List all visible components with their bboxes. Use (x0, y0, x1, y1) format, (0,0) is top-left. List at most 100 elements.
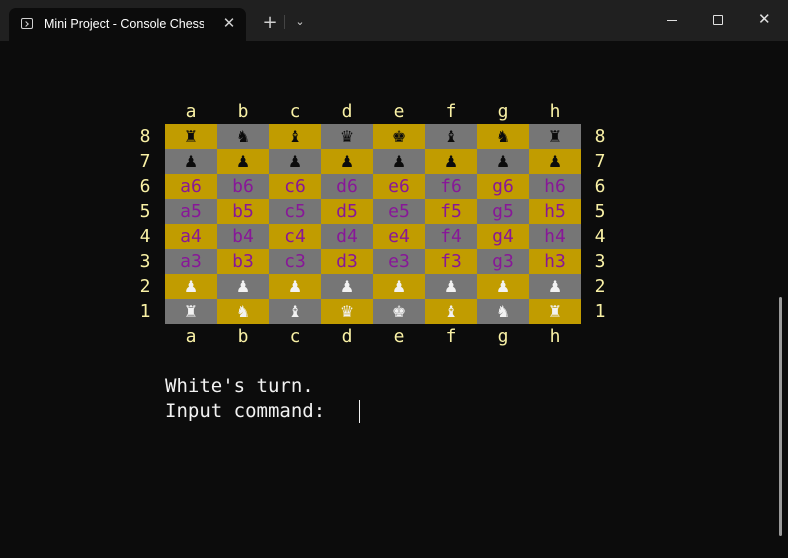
square-label: e5 (388, 201, 410, 222)
square-a3: a3 (165, 249, 217, 274)
square-f4: f4 (425, 224, 477, 249)
file-label-top-c: c (289, 101, 301, 122)
terminal-tab[interactable]: Mini Project - Console Chess.exe ✕ (9, 8, 246, 41)
square-label: f3 (440, 251, 462, 272)
black-piece-icon: ♟ (391, 152, 407, 171)
square-b7: ♟ (217, 149, 269, 174)
square-f2: ♟ (425, 274, 477, 299)
minimize-button[interactable] (649, 0, 695, 41)
tab-close-button[interactable]: ✕ (219, 13, 239, 33)
white-piece-icon: ♜ (183, 302, 199, 321)
white-piece-icon: ♚ (391, 302, 407, 321)
square-g3: g3 (477, 249, 529, 274)
file-label-top-d: d (341, 101, 353, 122)
rank-label-left-6: 6 (139, 176, 151, 197)
tab-dropdown-button[interactable]: ⌄ (292, 14, 308, 30)
white-piece-icon: ♛ (339, 302, 355, 321)
square-label: b5 (232, 201, 254, 222)
maximize-button[interactable] (695, 0, 741, 41)
file-label-bottom-d: d (341, 326, 353, 347)
square-label: c3 (284, 251, 306, 272)
square-label: a3 (180, 251, 202, 272)
rank-label-left-1: 1 (139, 301, 151, 322)
black-piece-icon: ♝ (443, 127, 459, 146)
square-label: f4 (440, 226, 462, 247)
file-label-top-e: e (393, 101, 405, 122)
white-piece-icon: ♟ (183, 277, 199, 296)
file-label-top-h: h (549, 101, 561, 122)
square-g4: g4 (477, 224, 529, 249)
rank-label-right-7: 7 (594, 151, 606, 172)
square-h2: ♟ (529, 274, 581, 299)
square-d4: d4 (321, 224, 373, 249)
square-a1: ♜ (165, 299, 217, 324)
square-c3: c3 (269, 249, 321, 274)
black-piece-icon: ♟ (443, 152, 459, 171)
file-label-bottom-c: c (289, 326, 301, 347)
chess-board: ♜ ♞ ♝ ♛ ♚ ♝ ♞ ♜ ♟ ♟ ♟ ♟ ♟ ♟ ♟ ♟ a6 b6 c6 d6 e6 f6 g6 h6 a5 b5 c5 d5… (165, 124, 581, 324)
rank-label-right-8: 8 (594, 126, 606, 147)
square-a8: ♜ (165, 124, 217, 149)
square-label: h5 (544, 201, 566, 222)
title-bar: Mini Project - Console Chess.exe ✕ + ⌄ ✕ (0, 0, 788, 41)
square-label: f6 (440, 176, 462, 197)
square-b5: b5 (217, 199, 269, 224)
rank-label-left-5: 5 (139, 201, 151, 222)
square-b1: ♞ (217, 299, 269, 324)
square-f3: f3 (425, 249, 477, 274)
square-g6: g6 (477, 174, 529, 199)
square-b2: ♟ (217, 274, 269, 299)
file-label-bottom-e: e (393, 326, 405, 347)
file-label-bottom-g: g (497, 326, 509, 347)
square-c5: c5 (269, 199, 321, 224)
white-piece-icon: ♝ (287, 302, 303, 321)
black-piece-icon: ♟ (495, 152, 511, 171)
square-label: a6 (180, 176, 202, 197)
square-e8: ♚ (373, 124, 425, 149)
rank-label-right-2: 2 (594, 276, 606, 297)
square-f7: ♟ (425, 149, 477, 174)
square-e5: e5 (373, 199, 425, 224)
close-window-button[interactable]: ✕ (741, 0, 787, 41)
square-d6: d6 (321, 174, 373, 199)
white-piece-icon: ♞ (495, 302, 511, 321)
black-piece-icon: ♚ (391, 127, 407, 146)
square-d5: d5 (321, 199, 373, 224)
black-piece-icon: ♞ (495, 127, 511, 146)
square-label: g5 (492, 201, 514, 222)
square-label: h4 (544, 226, 566, 247)
white-piece-icon: ♟ (287, 277, 303, 296)
square-g2: ♟ (477, 274, 529, 299)
square-d1: ♛ (321, 299, 373, 324)
square-h8: ♜ (529, 124, 581, 149)
square-c1: ♝ (269, 299, 321, 324)
file-label-bottom-b: b (237, 326, 249, 347)
turn-status: White's turn. (165, 375, 314, 397)
close-icon: ✕ (758, 10, 771, 28)
square-a5: a5 (165, 199, 217, 224)
file-label-top-f: f (445, 101, 457, 122)
command-prompt[interactable]: Input command: (165, 399, 337, 424)
square-label: e4 (388, 226, 410, 247)
square-b6: b6 (217, 174, 269, 199)
square-d7: ♟ (321, 149, 373, 174)
square-b3: b3 (217, 249, 269, 274)
square-e2: ♟ (373, 274, 425, 299)
square-label: f5 (440, 201, 462, 222)
file-label-bottom-a: a (185, 326, 197, 347)
square-c4: c4 (269, 224, 321, 249)
new-tab-button[interactable]: + (261, 14, 279, 32)
square-label: c4 (284, 226, 306, 247)
square-a6: a6 (165, 174, 217, 199)
square-label: d4 (336, 226, 358, 247)
white-piece-icon: ♜ (547, 302, 563, 321)
white-piece-icon: ♟ (339, 277, 355, 296)
scrollbar[interactable] (779, 297, 782, 536)
square-label: h6 (544, 176, 566, 197)
square-label: c6 (284, 176, 306, 197)
file-label-bottom-h: h (549, 326, 561, 347)
tab-title: Mini Project - Console Chess.exe (44, 17, 204, 31)
square-label: g4 (492, 226, 514, 247)
square-label: d6 (336, 176, 358, 197)
square-e6: e6 (373, 174, 425, 199)
